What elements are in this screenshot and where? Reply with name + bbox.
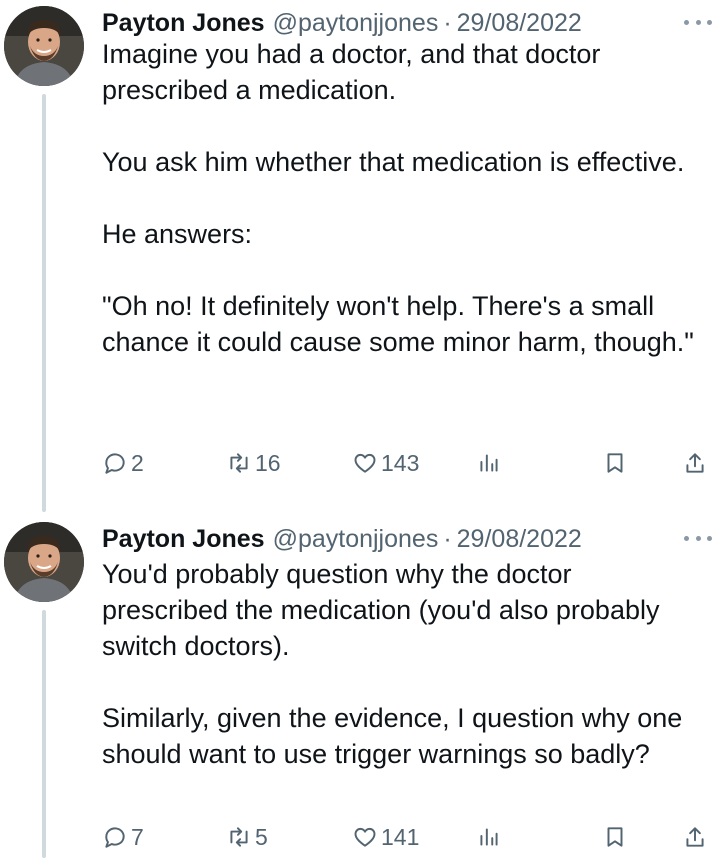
reply-button[interactable]: 7: [102, 820, 144, 854]
bar-chart-icon: [480, 454, 498, 472]
tweet-paragraph: You'd probably question why the doctor p…: [102, 559, 660, 661]
heart-icon: [354, 453, 376, 473]
bar-chart-icon: [480, 828, 498, 846]
like-count: 141: [381, 823, 420, 850]
author-name[interactable]: Payton Jones: [102, 522, 265, 556]
tweet-paragraph: You ask him whether that medication is e…: [102, 147, 685, 177]
avatar-image: [4, 522, 84, 602]
thread-connector-line: [42, 94, 46, 512]
avatar-image: [4, 6, 84, 86]
share-button[interactable]: [682, 820, 708, 854]
share-upload-icon: [686, 827, 704, 847]
tweet-paragraph: He answers:: [102, 219, 253, 249]
tweet-actions: 2 16 143: [102, 446, 710, 480]
tweet-header: Payton Jones @paytonjjones · 29/08/2022: [102, 522, 582, 556]
bookmark-button[interactable]: [602, 446, 628, 480]
more-options-icon[interactable]: [684, 526, 712, 550]
header-separator: ·: [443, 9, 452, 37]
tweet-paragraph: "Oh no! It definitely won't help. There'…: [102, 291, 694, 357]
like-count: 143: [381, 449, 420, 476]
retweet-count: 16: [255, 449, 281, 476]
bookmark-button[interactable]: [602, 820, 628, 854]
tweet-1[interactable]: Payton Jones @paytonjjones · 29/08/2022 …: [0, 6, 720, 512]
tweet-paragraph: Similarly, given the evidence, I questio…: [102, 703, 683, 769]
reply-bubble-icon: [105, 827, 125, 848]
reply-bubble-icon: [105, 453, 125, 474]
author-handle[interactable]: @paytonjjones: [273, 522, 439, 556]
tweet-date[interactable]: 29/08/2022: [457, 522, 582, 556]
views-button[interactable]: [476, 820, 502, 854]
like-button[interactable]: 143: [352, 446, 419, 480]
thread-connector-line: [42, 610, 46, 858]
bookmark-icon: [607, 827, 623, 847]
views-button[interactable]: [476, 446, 502, 480]
tweet-2[interactable]: Payton Jones @paytonjjones · 29/08/2022 …: [0, 522, 720, 858]
avatar[interactable]: [4, 522, 84, 602]
tweet-thread: Payton Jones @paytonjjones · 29/08/2022 …: [0, 0, 720, 858]
retweet-icon: [230, 453, 248, 473]
header-separator: ·: [443, 525, 452, 553]
retweet-button[interactable]: 5: [226, 820, 268, 854]
tweet-body: You'd probably question why the doctor p…: [102, 556, 700, 772]
author-handle[interactable]: @paytonjjones: [273, 6, 439, 40]
more-options-icon[interactable]: [684, 10, 712, 34]
author-name[interactable]: Payton Jones: [102, 6, 265, 40]
reply-count: 2: [131, 449, 144, 476]
retweet-icon: [230, 827, 248, 847]
tweet-header: Payton Jones @paytonjjones · 29/08/2022: [102, 6, 582, 40]
tweet-paragraph: Imagine you had a doctor, and that docto…: [102, 39, 601, 105]
like-button[interactable]: 141: [352, 820, 419, 854]
heart-icon: [354, 827, 376, 847]
tweet-actions: 7 5 141: [102, 820, 710, 854]
share-button[interactable]: [682, 446, 708, 480]
avatar[interactable]: [4, 6, 84, 86]
retweet-count: 5: [255, 823, 268, 850]
tweet-date[interactable]: 29/08/2022: [457, 6, 582, 40]
share-upload-icon: [686, 453, 704, 473]
reply-button[interactable]: 2: [102, 446, 144, 480]
tweet-body: Imagine you had a doctor, and that docto…: [102, 36, 700, 360]
bookmark-icon: [607, 453, 623, 473]
reply-count: 7: [131, 823, 144, 850]
retweet-button[interactable]: 16: [226, 446, 281, 480]
